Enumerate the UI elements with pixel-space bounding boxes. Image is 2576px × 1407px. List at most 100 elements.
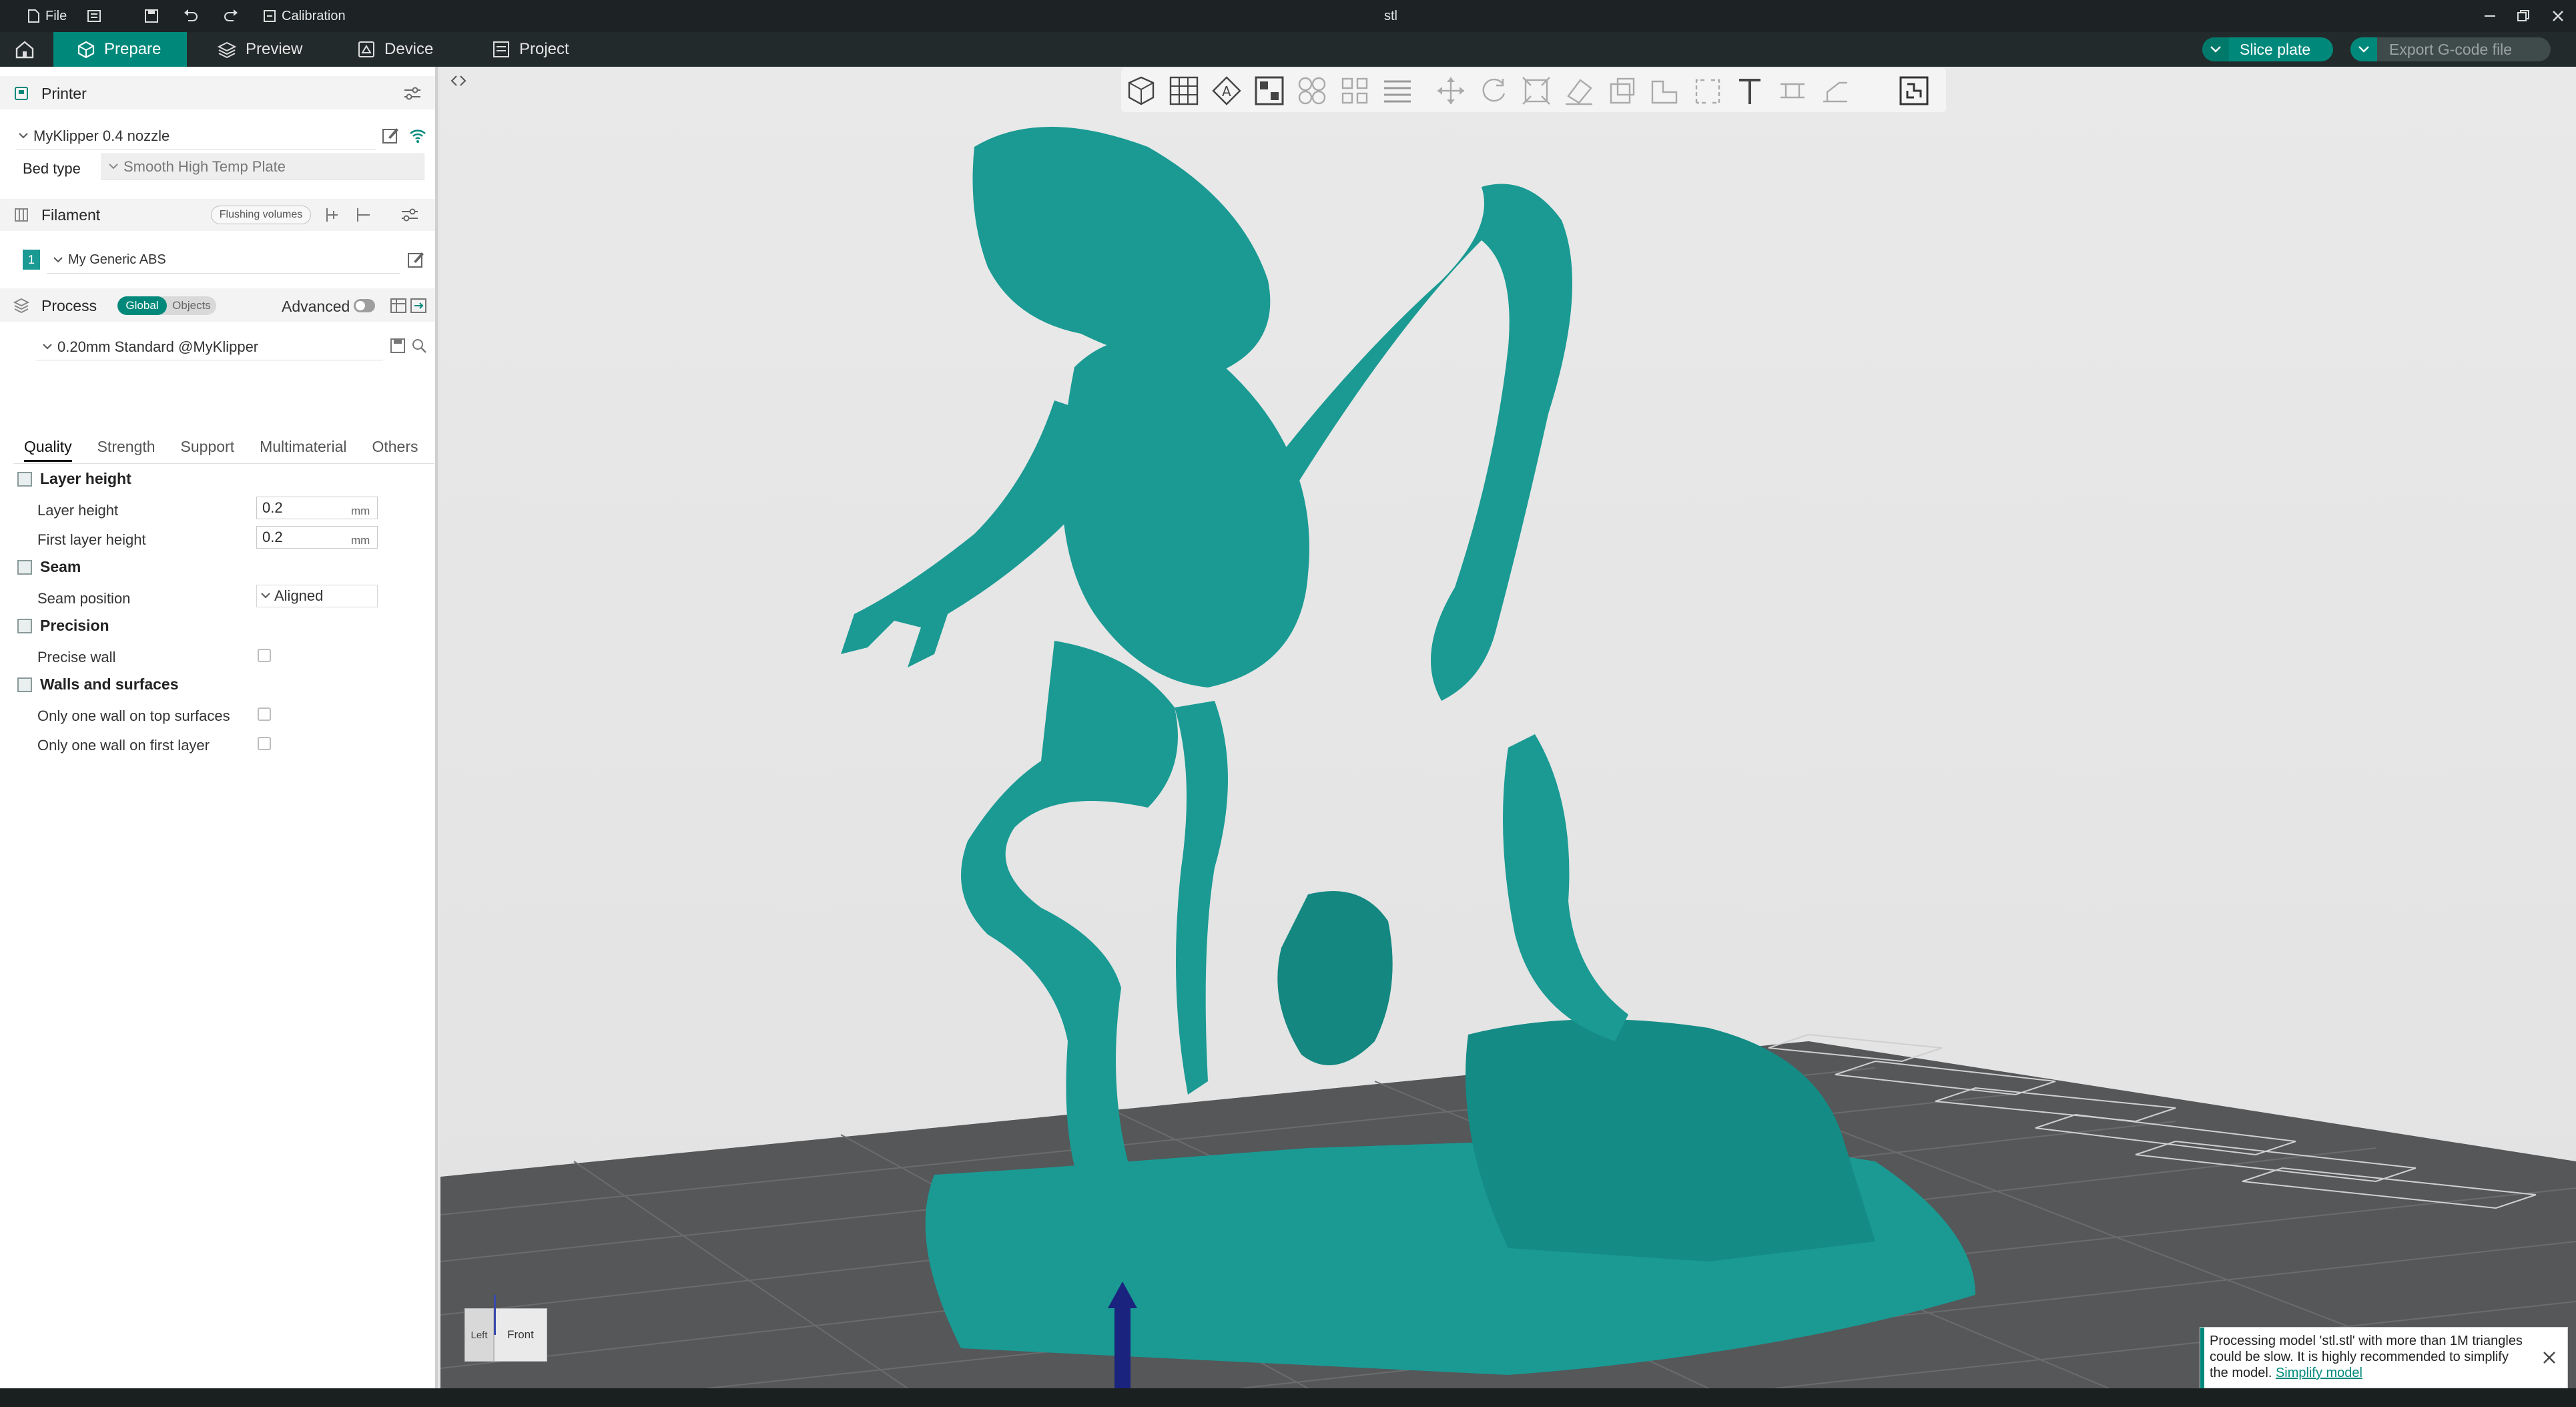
notification-text: Processing model 'stl.stl' with more tha… <box>2210 1334 2523 1380</box>
support-paint-icon[interactable] <box>1819 75 1851 107</box>
cut-icon[interactable] <box>1606 75 1638 107</box>
compare-presets-icon[interactable] <box>390 296 407 315</box>
slice-plate-button[interactable]: Slice plate <box>2202 37 2333 61</box>
filament-name: My Generic ABS <box>68 252 166 267</box>
home-tab[interactable] <box>0 32 49 67</box>
split-parts-icon[interactable] <box>1339 75 1371 107</box>
svg-text:A: A <box>1222 83 1231 99</box>
filament-header: Filament <box>13 200 100 230</box>
filament-slot-index[interactable]: 1 <box>23 250 40 270</box>
first-layer-height-value: 0.2 <box>262 529 283 545</box>
view-cube[interactable]: Left Front <box>459 1295 553 1368</box>
file-menu[interactable]: File <box>27 0 67 32</box>
tab-quality[interactable]: Quality <box>24 438 72 462</box>
seam-position-select[interactable]: Aligned <box>256 585 378 607</box>
close-notification-icon[interactable] <box>2541 1349 2558 1366</box>
seam-group-title: Seam <box>40 558 81 575</box>
bed-type-select[interactable]: Smooth High Temp Plate <box>101 154 424 180</box>
process-sync-icon[interactable] <box>410 296 427 315</box>
tab-strength[interactable]: Strength <box>97 438 155 462</box>
printer-select[interactable]: MyKlipper 0.4 nozzle <box>16 123 376 150</box>
boolean-icon[interactable] <box>1648 75 1680 107</box>
process-profile-select[interactable]: 0.20mm Standard @MyKlipper <box>36 334 383 360</box>
printer-header: Printer <box>13 79 87 108</box>
close-window-icon[interactable] <box>2551 0 2565 32</box>
tab-multimaterial[interactable]: Multimaterial <box>260 438 346 462</box>
printer-title: Printer <box>41 84 87 102</box>
view-cube-left[interactable]: Left <box>464 1308 494 1362</box>
advanced-toggle[interactable] <box>354 299 375 312</box>
restore-icon[interactable] <box>2516 0 2531 32</box>
simplify-model-link[interactable]: Simplify model <box>2276 1366 2362 1380</box>
save-icon[interactable] <box>144 0 159 32</box>
tab-project[interactable]: Project <box>468 32 593 67</box>
view-cube-front[interactable]: Front <box>494 1308 547 1362</box>
remove-filament-icon[interactable] <box>355 206 372 224</box>
add-object-icon[interactable] <box>1125 75 1157 107</box>
variable-layer-height-icon[interactable] <box>1381 75 1413 107</box>
model-mesh <box>841 127 1975 1375</box>
bed-type-label: Bed type <box>23 160 81 177</box>
tab-support[interactable]: Support <box>181 438 235 462</box>
export-gcode-button[interactable]: Export G-code file <box>2350 37 2551 61</box>
layer-height-unit: mm <box>351 505 370 517</box>
rotate-icon[interactable] <box>1478 75 1510 107</box>
move-icon[interactable] <box>1435 75 1467 107</box>
global-objects-switch[interactable]: Global Objects <box>117 296 216 315</box>
save-preset-icon[interactable] <box>390 338 406 354</box>
add-filament-icon[interactable] <box>324 206 342 224</box>
flushing-volumes-button[interactable]: Flushing volumes <box>211 206 311 224</box>
edit-filament-icon[interactable] <box>407 251 424 268</box>
auto-orient-icon[interactable]: A <box>1211 75 1243 107</box>
layer-height-value: 0.2 <box>262 499 283 516</box>
add-plate-icon[interactable] <box>1168 75 1200 107</box>
notification-accent <box>2200 1328 2204 1389</box>
text-tool-icon[interactable] <box>1734 75 1766 107</box>
split-objects-icon[interactable] <box>1296 75 1328 107</box>
settings-sidebar: Printer MyKlipper 0.4 nozzle Bed type Sm… <box>0 67 438 1388</box>
one-wall-first-checkbox[interactable] <box>258 737 271 750</box>
scale-icon[interactable] <box>1520 75 1552 107</box>
search-settings-icon[interactable] <box>411 338 427 354</box>
title-bar: File Calibration stl <box>0 0 2576 32</box>
calibration-label: Calibration <box>282 8 346 23</box>
lay-on-face-icon[interactable] <box>1563 75 1595 107</box>
tab-device[interactable]: Device <box>334 32 457 67</box>
objects-toggle[interactable]: Objects <box>167 296 216 315</box>
undo-icon[interactable] <box>183 0 199 32</box>
filament-icon <box>15 208 28 222</box>
printer-settings-icon[interactable] <box>403 85 422 101</box>
redo-icon[interactable] <box>223 0 239 32</box>
build-plate-scene <box>440 127 2576 1388</box>
tab-prepare[interactable]: Prepare <box>53 32 187 67</box>
walls-group-title: Walls and surfaces <box>40 675 179 693</box>
slice-dropdown-icon[interactable] <box>2202 37 2229 61</box>
seam-position-value: Aligned <box>274 587 324 604</box>
arrange-icon[interactable] <box>1253 75 1285 107</box>
one-wall-first-label: Only one wall on first layer <box>37 737 210 754</box>
seam-paint-icon[interactable] <box>1691 75 1723 107</box>
process-layers-icon <box>13 298 29 314</box>
tab-preview[interactable]: Preview <box>194 32 326 67</box>
sidebar-toggle-icon[interactable] <box>87 0 101 32</box>
wifi-icon[interactable] <box>408 127 427 144</box>
global-toggle[interactable]: Global <box>117 296 167 315</box>
tab-others[interactable]: Others <box>372 438 418 462</box>
minimize-icon[interactable] <box>2483 0 2497 32</box>
filament-select[interactable]: My Generic ABS <box>47 247 400 274</box>
filament-title: Filament <box>41 206 101 224</box>
one-wall-top-checkbox[interactable] <box>258 708 271 721</box>
file-menu-label: File <box>45 8 67 23</box>
walls-group: Walls and surfaces <box>17 675 179 693</box>
export-dropdown-icon[interactable] <box>2350 37 2377 61</box>
3d-viewport[interactable]: Left Front <box>440 67 2576 1388</box>
measure-icon[interactable] <box>1777 75 1809 107</box>
calibration-menu[interactable]: Calibration <box>263 0 346 32</box>
assembly-view-icon[interactable] <box>1898 75 1930 107</box>
edit-printer-icon[interactable] <box>382 127 399 144</box>
window-title: stl <box>1384 8 1397 23</box>
tab-preview-label: Preview <box>246 40 303 58</box>
precise-wall-checkbox[interactable] <box>258 649 271 662</box>
collapse-sidebar-icon[interactable] <box>448 71 468 91</box>
filament-settings-icon[interactable] <box>400 207 419 223</box>
